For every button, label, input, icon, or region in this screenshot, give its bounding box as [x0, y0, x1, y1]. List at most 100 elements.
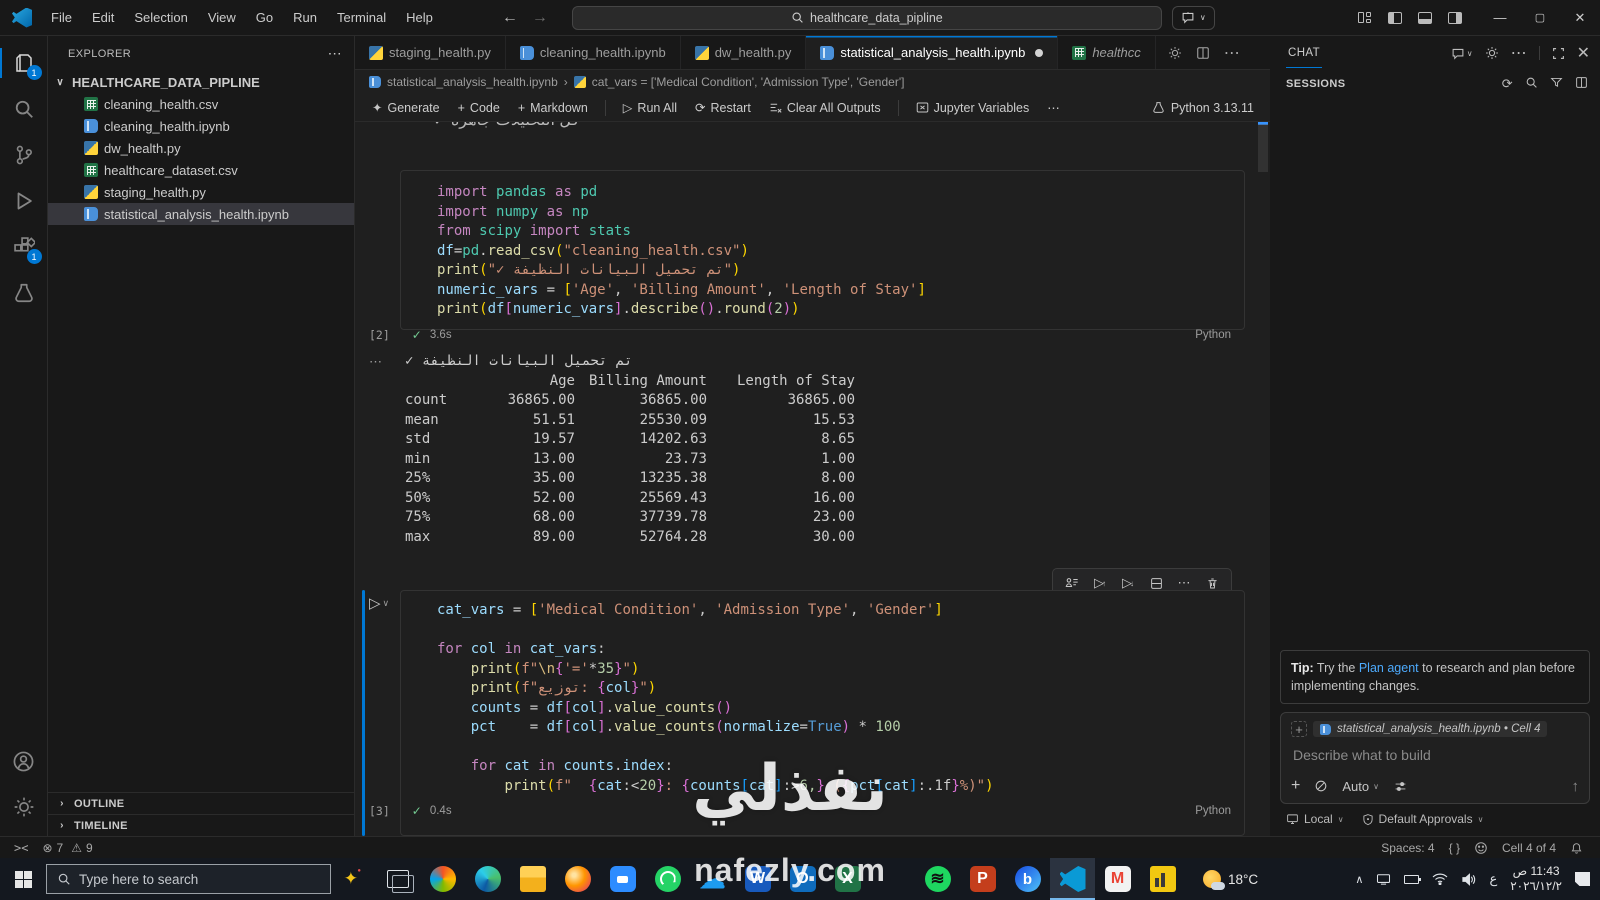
- kernel-picker[interactable]: Python 3.13.11: [1152, 101, 1254, 115]
- sidebar-item-search[interactable]: [0, 86, 48, 132]
- gmail-icon[interactable]: M: [1095, 858, 1140, 900]
- cell-position[interactable]: Cell 4 of 4: [1495, 841, 1563, 855]
- modified-dot-icon[interactable]: [1035, 48, 1044, 57]
- expand-icon[interactable]: [1552, 47, 1565, 60]
- customize-layout-icon[interactable]: [1358, 11, 1372, 24]
- volume-icon[interactable]: [1461, 872, 1476, 886]
- explorer-more-icon[interactable]: ⋯: [328, 45, 342, 62]
- outline-section[interactable]: › OUTLINE: [48, 792, 354, 814]
- task-view-icon[interactable]: [375, 858, 420, 900]
- refresh-icon[interactable]: ⟳: [1502, 76, 1513, 92]
- chat-input-box[interactable]: + statistical_analysis_health.ipynb • Ce…: [1280, 712, 1590, 804]
- tab-staging_health.py[interactable]: staging_health.py: [355, 36, 506, 69]
- powerbi-icon[interactable]: [1140, 858, 1185, 900]
- filter-icon[interactable]: [1550, 76, 1563, 89]
- tray-chevron-icon[interactable]: ∧: [1355, 873, 1363, 886]
- command-search-box[interactable]: healthcare_data_pipline: [571, 5, 1162, 30]
- menu-terminal[interactable]: Terminal: [328, 6, 395, 29]
- word-icon[interactable]: W: [735, 858, 780, 900]
- weather-widget[interactable]: 18°C: [1203, 870, 1258, 890]
- add-markdown-cell-button[interactable]: + Markdown: [511, 98, 595, 118]
- cell-language[interactable]: Python: [1195, 329, 1231, 341]
- chat-more-icon[interactable]: ⋯: [1511, 43, 1527, 63]
- generate-button[interactable]: ✦ Generate: [365, 97, 447, 118]
- search-highlights-icon[interactable]: ✦: [344, 868, 362, 889]
- tab-dw_health.py[interactable]: dw_health.py: [680, 36, 807, 69]
- menu-selection[interactable]: Selection: [125, 6, 196, 29]
- notifications-bell-icon[interactable]: [1563, 841, 1590, 855]
- settings-button[interactable]: [0, 784, 48, 830]
- back-icon[interactable]: ←: [502, 9, 518, 27]
- context-chip[interactable]: statistical_analysis_health.ipynb • Cell…: [1313, 721, 1548, 737]
- input-language-indicator[interactable]: ع: [1489, 871, 1497, 887]
- editor-settings-icon[interactable]: [1168, 46, 1182, 60]
- search-sessions-icon[interactable]: [1525, 76, 1538, 89]
- sidebar-item-source-control[interactable]: [0, 132, 48, 178]
- add-code-cell-button[interactable]: + Code: [451, 98, 507, 118]
- sidebar-item-run-debug[interactable]: [0, 178, 48, 224]
- menu-edit[interactable]: Edit: [83, 6, 123, 29]
- sidebar-item-extensions[interactable]: 1: [0, 224, 48, 270]
- send-icon[interactable]: ↑: [1572, 778, 1580, 795]
- cell-language[interactable]: Python: [1195, 805, 1231, 817]
- split-view-icon[interactable]: [1575, 76, 1588, 89]
- jupyter-variables-button[interactable]: Jupyter Variables: [909, 98, 1037, 118]
- accounts-button[interactable]: [0, 738, 48, 784]
- toggle-secondary-sidebar-icon[interactable]: [1448, 11, 1462, 24]
- restart-button[interactable]: ⟳ Restart: [688, 97, 758, 118]
- breadcrumb-cell[interactable]: cat_vars = ['Medical Condition', 'Admiss…: [592, 75, 905, 89]
- taskbar-search-box[interactable]: Type here to search ✦: [46, 864, 361, 894]
- chat-input-placeholder[interactable]: Describe what to build: [1293, 747, 1577, 763]
- powerpoint-icon[interactable]: P: [960, 858, 1005, 900]
- remote-indicator[interactable]: ><: [0, 841, 35, 855]
- start-button[interactable]: [0, 858, 46, 900]
- file-statistical_analysis_health.ipynb[interactable]: statistical_analysis_health.ipynb: [48, 203, 354, 225]
- run-all-button[interactable]: ▷ Run All: [616, 97, 684, 118]
- language-mode[interactable]: { }: [1442, 841, 1467, 855]
- menu-view[interactable]: View: [199, 6, 245, 29]
- breadcrumb[interactable]: statistical_analysis_health.ipynb › cat_…: [355, 70, 1270, 94]
- file-staging_health.py[interactable]: staging_health.py: [48, 181, 354, 203]
- close-chat-icon[interactable]: ✕: [1577, 43, 1590, 63]
- vscode-icon[interactable]: [1050, 858, 1095, 900]
- timeline-section[interactable]: › TIMELINE: [48, 814, 354, 836]
- minimize-button[interactable]: —: [1480, 0, 1520, 35]
- menu-run[interactable]: Run: [284, 6, 326, 29]
- editor-scrollbar[interactable]: [1258, 122, 1268, 836]
- indentation-status[interactable]: Spaces: 4: [1374, 841, 1441, 855]
- action-center-icon[interactable]: [1575, 872, 1590, 886]
- whatsapp-icon[interactable]: [645, 858, 690, 900]
- cell-1-code[interactable]: import pandas as pd import numpy as np fro…: [401, 171, 1244, 326]
- sliders-icon[interactable]: [1393, 780, 1408, 793]
- taskbar-clock[interactable]: 11:43 ص ٢٠٢٦/١٢/٢: [1510, 864, 1562, 894]
- file-cleaning_health.ipynb[interactable]: cleaning_health.ipynb: [48, 115, 354, 137]
- file-healthcare_dataset.csv[interactable]: healthcare_dataset.csv: [48, 159, 354, 181]
- battery-icon[interactable]: [1404, 874, 1422, 884]
- plan-agent-link[interactable]: Plan agent: [1359, 661, 1419, 675]
- wifi-icon[interactable]: [1432, 873, 1448, 885]
- edge-icon[interactable]: [465, 858, 510, 900]
- tab-cleaning_health.ipynb[interactable]: cleaning_health.ipynb: [505, 36, 681, 69]
- problems-indicator[interactable]: ⊗ 7 ⚠ 9: [35, 841, 99, 855]
- forward-icon[interactable]: →: [532, 9, 548, 27]
- output-menu-icon[interactable]: ⋯: [369, 354, 382, 370]
- bing-icon[interactable]: b: [1005, 858, 1050, 900]
- spotify-icon[interactable]: [915, 858, 960, 900]
- toolbar-more-icon[interactable]: ⋯: [1040, 97, 1067, 118]
- new-chat-icon[interactable]: ∨: [1451, 47, 1473, 60]
- run-cell-button[interactable]: ▷ ∨: [369, 594, 389, 612]
- code-cell-1[interactable]: import pandas as pd import numpy as np fro…: [400, 170, 1245, 330]
- ms-store-icon[interactable]: [870, 858, 915, 900]
- sidebar-item-testing[interactable]: [0, 270, 48, 316]
- feedback-icon[interactable]: [1467, 841, 1495, 855]
- onedrive-icon[interactable]: ☁: [690, 858, 735, 900]
- tab-healthcc[interactable]: healthcc: [1058, 36, 1156, 69]
- local-picker[interactable]: Local ∨: [1286, 812, 1344, 826]
- code-cell-2[interactable]: cat_vars = ['Medical Condition', 'Admiss…: [400, 590, 1245, 836]
- split-editor-icon[interactable]: [1196, 46, 1210, 60]
- tray-display-icon[interactable]: [1376, 873, 1391, 885]
- sidebar-item-explorer[interactable]: 1: [0, 40, 48, 86]
- editor-more-icon[interactable]: ⋯: [1224, 43, 1240, 63]
- approvals-picker[interactable]: Default Approvals ∨: [1362, 812, 1483, 826]
- close-button[interactable]: ✕: [1560, 0, 1600, 35]
